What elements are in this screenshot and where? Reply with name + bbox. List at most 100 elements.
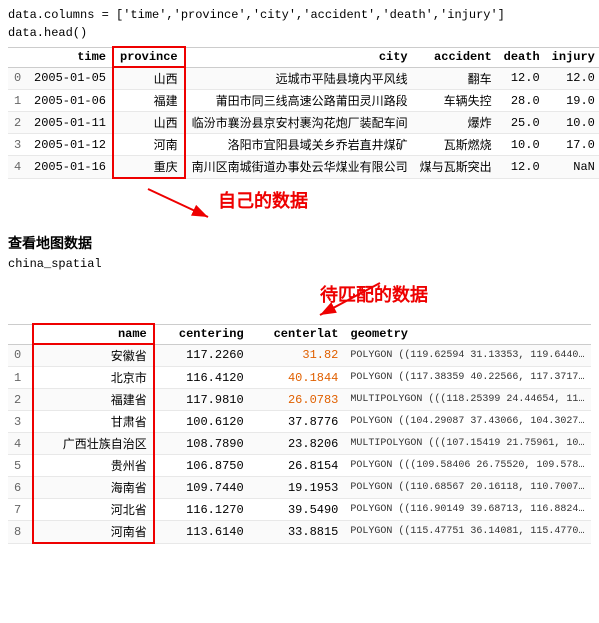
code-line2: data.head() bbox=[8, 24, 591, 42]
th-injury: injury bbox=[546, 47, 599, 67]
th-city: city bbox=[185, 47, 414, 67]
table-cell: 3 bbox=[8, 411, 33, 433]
table-row: 12005-01-06福建莆田市同三线高速公路莆田灵川路段车辆失控28.019.… bbox=[8, 90, 599, 112]
table-cell: 37.8776 bbox=[250, 411, 345, 433]
table-cell: 广西壮族自治区 bbox=[33, 433, 154, 455]
table-row: 0安徽省117.226031.82POLYGON ((119.62594 31.… bbox=[8, 344, 591, 367]
table-cell: MULTIPOLYGON (((118.25399 24.44654, 118.… bbox=[344, 389, 591, 411]
table-cell: 26.8154 bbox=[250, 455, 345, 477]
table-row: 7河北省116.127039.5490POLYGON ((116.90149 3… bbox=[8, 499, 591, 521]
table-cell: 2005-01-11 bbox=[28, 112, 113, 134]
table-cell: 12.0 bbox=[498, 67, 546, 90]
th-index bbox=[8, 47, 28, 67]
table-cell: 19.0 bbox=[546, 90, 599, 112]
data-table: time province city accident death injury… bbox=[8, 46, 599, 179]
table-cell: 117.2260 bbox=[154, 344, 250, 367]
table-cell: 4 bbox=[8, 156, 28, 179]
table-cell: 河南 bbox=[113, 134, 185, 156]
table-cell: 23.8206 bbox=[250, 433, 345, 455]
table-row: 8河南省113.614033.8815POLYGON ((115.47751 3… bbox=[8, 521, 591, 544]
table-cell: 116.4120 bbox=[154, 367, 250, 389]
table-cell: POLYGON ((116.90149 39.68713, 116.88243 … bbox=[344, 499, 591, 521]
table-cell: 109.7440 bbox=[154, 477, 250, 499]
table-cell: 2 bbox=[8, 112, 28, 134]
table-cell: 临汾市襄汾县京安村裹沟花炮厂装配车间 bbox=[185, 112, 414, 134]
table-cell: 河北省 bbox=[33, 499, 154, 521]
annotation1-text: 自己的数据 bbox=[218, 187, 308, 213]
annotation2-container: 待匹配的数据 bbox=[0, 275, 599, 323]
table-cell: 1 bbox=[8, 367, 33, 389]
table-cell: 0 bbox=[8, 344, 33, 367]
th2-centering: centering bbox=[154, 324, 250, 344]
table-cell: 车辆失控 bbox=[414, 90, 498, 112]
table-cell: 6 bbox=[8, 477, 33, 499]
th-death: death bbox=[498, 47, 546, 67]
table-cell: POLYGON (((109.58406 26.75520, 109.57888… bbox=[344, 455, 591, 477]
table-cell: 瓦斯燃烧 bbox=[414, 134, 498, 156]
th2-centerlat: centerlat bbox=[250, 324, 345, 344]
section2-header: 查看地图数据 bbox=[0, 229, 599, 255]
annotation2-text: 待匹配的数据 bbox=[320, 281, 428, 307]
table-cell: 北京市 bbox=[33, 367, 154, 389]
th-time: time bbox=[28, 47, 113, 67]
table-cell: NaN bbox=[546, 156, 599, 179]
spatial-table: name centering centerlat geometry 0安徽省11… bbox=[8, 323, 591, 544]
table-cell: 贵州省 bbox=[33, 455, 154, 477]
table-row: 32005-01-12河南洛阳市宜阳县域关乡乔岩直井煤矿瓦斯燃烧10.017.0 bbox=[8, 134, 599, 156]
th-province: province bbox=[113, 47, 185, 67]
table-cell: 26.0783 bbox=[250, 389, 345, 411]
th2-index bbox=[8, 324, 33, 344]
table-cell: 2 bbox=[8, 389, 33, 411]
table-cell: 2005-01-05 bbox=[28, 67, 113, 90]
table-row: 4广西壮族自治区108.789023.8206MULTIPOLYGON (((1… bbox=[8, 433, 591, 455]
table-cell: 煤与瓦斯突出 bbox=[414, 156, 498, 179]
table-cell: 5 bbox=[8, 455, 33, 477]
table-cell: 39.5490 bbox=[250, 499, 345, 521]
th2-geometry: geometry bbox=[344, 324, 591, 344]
table-cell: POLYGON ((119.62594 31.13353, 119.64401 … bbox=[344, 344, 591, 367]
table-cell: 19.1953 bbox=[250, 477, 345, 499]
annotation1-container: 自己的数据 bbox=[8, 179, 599, 229]
table-cell: 安徽省 bbox=[33, 344, 154, 367]
table-cell: 40.1844 bbox=[250, 367, 345, 389]
table-row: 5贵州省106.875026.8154POLYGON (((109.58406 … bbox=[8, 455, 591, 477]
table-cell: 爆炸 bbox=[414, 112, 498, 134]
table-cell: POLYGON ((104.29087 37.43066, 104.30275 … bbox=[344, 411, 591, 433]
th-accident: accident bbox=[414, 47, 498, 67]
table-cell: 100.6120 bbox=[154, 411, 250, 433]
table-cell: 108.7890 bbox=[154, 433, 250, 455]
table-cell: POLYGON ((115.47751 36.14081, 115.47705 … bbox=[344, 521, 591, 544]
table-cell: 山西 bbox=[113, 67, 185, 90]
top-table-container: time province city accident death injury… bbox=[0, 46, 599, 179]
table-row: 02005-01-05山西远城市平陆县境内平风线翻车12.012.0 bbox=[8, 67, 599, 90]
table-cell: 10.0 bbox=[498, 134, 546, 156]
table-cell: 12.0 bbox=[546, 67, 599, 90]
table-row: 1北京市116.412040.1844POLYGON ((117.38359 4… bbox=[8, 367, 591, 389]
table-cell: POLYGON ((117.38359 40.22566, 117.37170 … bbox=[344, 367, 591, 389]
table-row: 2福建省117.981026.0783MULTIPOLYGON (((118.2… bbox=[8, 389, 591, 411]
table-cell: 2005-01-16 bbox=[28, 156, 113, 179]
table-cell: 莆田市同三线高速公路莆田灵川路段 bbox=[185, 90, 414, 112]
table-cell: 0 bbox=[8, 67, 28, 90]
table-row: 6海南省109.744019.1953POLYGON ((110.68567 2… bbox=[8, 477, 591, 499]
table-cell: 1 bbox=[8, 90, 28, 112]
table-cell: 洛阳市宜阳县域关乡乔岩直井煤矿 bbox=[185, 134, 414, 156]
table-cell: 4 bbox=[8, 433, 33, 455]
bottom-section: 待匹配的数据 name centering centerlat geometry… bbox=[0, 275, 599, 544]
table-cell: 2005-01-12 bbox=[28, 134, 113, 156]
table-cell: 28.0 bbox=[498, 90, 546, 112]
table-cell: 重庆 bbox=[113, 156, 185, 179]
code-line1: data.columns = ['time','province','city'… bbox=[8, 6, 591, 24]
table-cell: POLYGON ((110.68567 20.16118, 110.70075 … bbox=[344, 477, 591, 499]
table-cell: 12.0 bbox=[498, 156, 546, 179]
table-cell: 3 bbox=[8, 134, 28, 156]
table-cell: 河南省 bbox=[33, 521, 154, 544]
table-cell: 8 bbox=[8, 521, 33, 544]
table-cell: 7 bbox=[8, 499, 33, 521]
table-cell: 翻车 bbox=[414, 67, 498, 90]
bottom-table-container: name centering centerlat geometry 0安徽省11… bbox=[0, 323, 599, 544]
table-cell: 33.8815 bbox=[250, 521, 345, 544]
table-cell: 117.9810 bbox=[154, 389, 250, 411]
table-cell: 福建省 bbox=[33, 389, 154, 411]
table-cell: 山西 bbox=[113, 112, 185, 134]
